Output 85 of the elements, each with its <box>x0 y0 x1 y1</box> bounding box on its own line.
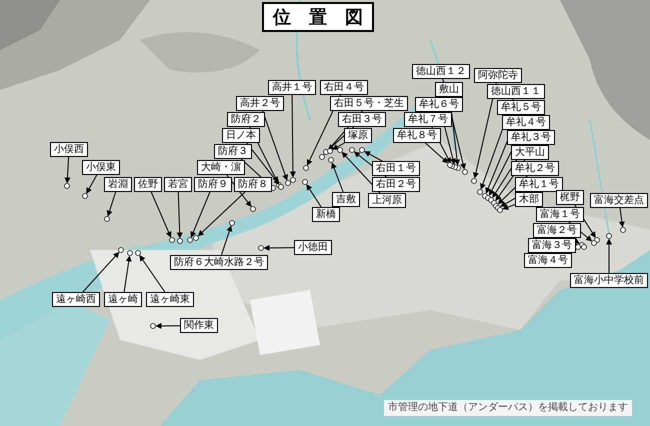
place-label: 遠ヶ崎 <box>104 292 142 307</box>
location-marker <box>82 193 88 199</box>
place-label: 塚原 <box>344 128 372 143</box>
place-label: 富海４号 <box>524 253 572 268</box>
location-marker <box>328 157 334 163</box>
leader-line <box>82 252 120 292</box>
place-label: 牟礼６号 <box>415 97 463 112</box>
location-marker <box>349 147 355 153</box>
place-label: 敷山 <box>435 82 463 97</box>
place-label: 徳山西１２ <box>412 64 470 79</box>
location-marker <box>250 206 256 212</box>
place-label: 関作東 <box>180 318 218 333</box>
location-marker <box>258 245 264 251</box>
place-label: 梶野 <box>556 190 584 205</box>
place-label: 若宮 <box>164 177 192 192</box>
place-label: 右田５号・芝生 <box>330 96 408 111</box>
place-label: 防府６大崎水路２号 <box>170 255 268 270</box>
place-label: 高井２号 <box>236 96 284 111</box>
place-label: 牟礼７号 <box>404 112 452 127</box>
location-marker <box>471 178 477 184</box>
leader-line <box>64 156 70 184</box>
place-label: 大平山 <box>511 145 549 160</box>
location-marker <box>302 179 308 185</box>
location-marker <box>177 238 183 244</box>
location-marker <box>337 147 343 153</box>
place-label: 小俣東 <box>82 160 120 175</box>
place-label: 牟礼５号 <box>497 100 545 115</box>
location-marker <box>620 227 626 233</box>
place-label: 牟礼３号 <box>507 130 555 145</box>
location-marker <box>169 237 175 243</box>
place-label: 新橋 <box>312 207 340 222</box>
place-label: 右田２号 <box>372 177 420 192</box>
place-label: 富海１号 <box>536 207 584 222</box>
place-label: 高井１号 <box>268 80 316 95</box>
leader-line <box>606 238 612 274</box>
leader-line <box>306 184 322 208</box>
place-label: 吉敷 <box>332 192 360 207</box>
location-marker <box>127 250 133 256</box>
location-marker <box>118 247 124 253</box>
place-label: 防府２ <box>227 112 265 127</box>
location-marker <box>229 220 235 226</box>
location-marker <box>606 233 612 239</box>
place-label: 防府８ <box>234 177 272 192</box>
place-label: 小俣西 <box>50 142 88 157</box>
leader-line <box>150 192 172 238</box>
location-marker <box>359 147 365 153</box>
place-label: 富海交差点 <box>590 193 648 208</box>
location-marker <box>104 216 110 222</box>
place-label: 防府３ <box>214 144 252 159</box>
place-label: 岩淵 <box>104 177 132 192</box>
leader-line <box>124 255 132 292</box>
place-label: 防府９ <box>194 177 232 192</box>
leader-line <box>156 322 180 329</box>
place-label: 右田３号 <box>338 112 386 127</box>
location-marker <box>303 165 309 171</box>
location-marker <box>135 250 141 256</box>
leader-line <box>139 255 166 292</box>
place-label: 右田１号 <box>372 161 420 176</box>
place-label: 富海２号 <box>533 223 581 238</box>
map-title: 位 置 図 <box>262 2 374 32</box>
place-label: 阿弥陀寺 <box>474 68 522 83</box>
map-note: 市管理の地下道（アンダーパス）を掲載しております <box>384 400 632 416</box>
place-label: 日ノ本 <box>222 128 260 143</box>
leader-line <box>618 208 625 228</box>
place-label: 牟礼１号 <box>515 177 563 192</box>
place-label: 遠ヶ崎東 <box>146 292 194 307</box>
place-label: 遠ヶ崎西 <box>52 292 100 307</box>
leader-line <box>106 192 116 217</box>
place-label: 木部 <box>515 192 543 207</box>
place-label: 牟礼４号 <box>502 115 550 130</box>
place-label: 佐野 <box>134 177 162 192</box>
place-label: 富海小中学校前 <box>570 273 648 288</box>
place-label: 右田４号 <box>320 80 368 95</box>
place-label: 大崎・濵 <box>197 160 245 175</box>
leader-line <box>264 244 294 251</box>
location-marker <box>150 323 156 329</box>
place-label: 徳山西１１ <box>487 84 545 99</box>
leader-line <box>176 192 183 238</box>
place-label: 上河原 <box>368 193 406 208</box>
leader-line <box>86 174 98 194</box>
place-label: 牟礼２号 <box>511 161 559 176</box>
place-label: 富海３号 <box>528 238 576 253</box>
location-marker <box>64 183 70 189</box>
place-label: 牟礼８号 <box>393 128 441 143</box>
place-label: 小徳田 <box>294 240 332 255</box>
